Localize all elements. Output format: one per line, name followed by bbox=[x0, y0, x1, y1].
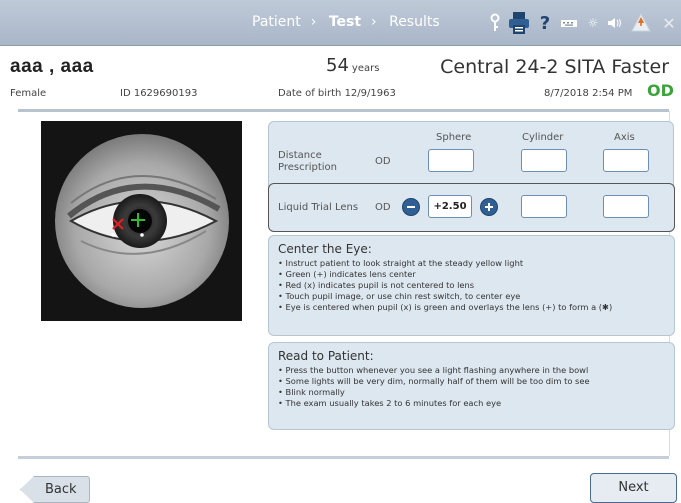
list-item: • Touch pupil image, or use chin rest sw… bbox=[278, 291, 521, 301]
age-value: 54 bbox=[326, 55, 349, 76]
eye-camera-image[interactable] bbox=[41, 121, 242, 321]
back-button-label: Back bbox=[45, 482, 77, 497]
footer-divider bbox=[18, 456, 669, 459]
read-to-patient-title: Read to Patient: bbox=[278, 349, 374, 363]
list-item: • Red (x) indicates pupil is not centere… bbox=[278, 280, 475, 290]
list-item: • Blink normally bbox=[278, 387, 345, 397]
trial-axis-input[interactable] bbox=[603, 195, 649, 218]
axis-header: Axis bbox=[614, 132, 635, 143]
crumb-results[interactable]: Results bbox=[389, 14, 440, 30]
keyboard-icon[interactable] bbox=[558, 10, 580, 36]
top-nav-bar: Patient › Test › Results ? ☼ ✕ bbox=[0, 0, 681, 46]
printer-icon[interactable] bbox=[508, 10, 530, 36]
test-eye: OD bbox=[647, 81, 674, 100]
distance-prescription-label: Distance Prescription bbox=[278, 150, 337, 173]
chevron-right-icon: › bbox=[310, 14, 317, 30]
breadcrumb: Patient › Test › Results bbox=[252, 14, 444, 30]
cylinder-header: Cylinder bbox=[522, 132, 564, 143]
crumb-patient[interactable]: Patient bbox=[252, 14, 301, 30]
center-eye-title: Center the Eye: bbox=[278, 242, 372, 256]
help-icon[interactable]: ? bbox=[534, 10, 556, 36]
close-icon[interactable]: ✕ bbox=[658, 10, 680, 36]
back-button[interactable]: Back bbox=[20, 476, 90, 503]
read-to-patient-panel: Read to Patient: • Press the button when… bbox=[268, 342, 675, 430]
patient-id: ID 1629690193 bbox=[120, 88, 198, 99]
key-icon[interactable] bbox=[484, 10, 506, 36]
center-eye-panel: Center the Eye: • Instruct patient to lo… bbox=[268, 235, 675, 336]
list-item: • Eye is centered when pupil (x) is gree… bbox=[278, 302, 613, 312]
patient-name: aaa , aaa bbox=[10, 56, 94, 77]
brightness-icon[interactable]: ☼ bbox=[582, 10, 604, 36]
sphere-header: Sphere bbox=[436, 132, 472, 143]
warning-icon[interactable] bbox=[630, 10, 652, 36]
patient-dob: Date of birth 12/9/1963 bbox=[278, 88, 396, 99]
patient-age: 54 years bbox=[326, 55, 379, 76]
test-name: Central 24-2 SITA Faster bbox=[440, 56, 669, 78]
test-datetime: 8/7/2018 2:54 PM bbox=[544, 88, 633, 99]
crumb-test[interactable]: Test bbox=[329, 14, 361, 30]
list-item: • Some lights will be very dim, normally… bbox=[278, 376, 590, 386]
volume-icon[interactable] bbox=[604, 10, 626, 36]
trial-eye-label: OD bbox=[375, 202, 391, 213]
header-divider bbox=[18, 109, 669, 112]
chevron-right-icon: › bbox=[371, 14, 377, 30]
list-item: • Press the button whenever you see a li… bbox=[278, 365, 589, 375]
trial-lens-row: Liquid Trial Lens OD +2.50 bbox=[268, 183, 675, 232]
decrease-sphere-button[interactable] bbox=[402, 198, 420, 216]
trial-cylinder-input[interactable] bbox=[521, 195, 567, 218]
age-unit: years bbox=[351, 63, 380, 74]
distance-sphere-input[interactable] bbox=[428, 149, 474, 172]
list-item: • The exam usually takes 2 to 6 minutes … bbox=[278, 398, 502, 408]
distance-cylinder-input[interactable] bbox=[521, 149, 567, 172]
list-item: • Green (+) indicates lens center bbox=[278, 269, 416, 279]
trial-sphere-value[interactable]: +2.50 bbox=[428, 195, 472, 218]
next-button[interactable]: Next bbox=[590, 473, 677, 503]
list-item: • Instruct patient to look straight at t… bbox=[278, 258, 524, 268]
increase-sphere-button[interactable] bbox=[480, 198, 498, 216]
distance-eye-label: OD bbox=[375, 156, 391, 167]
patient-sex: Female bbox=[10, 88, 47, 99]
trial-lens-label: Liquid Trial Lens bbox=[278, 202, 359, 213]
distance-axis-input[interactable] bbox=[603, 149, 649, 172]
